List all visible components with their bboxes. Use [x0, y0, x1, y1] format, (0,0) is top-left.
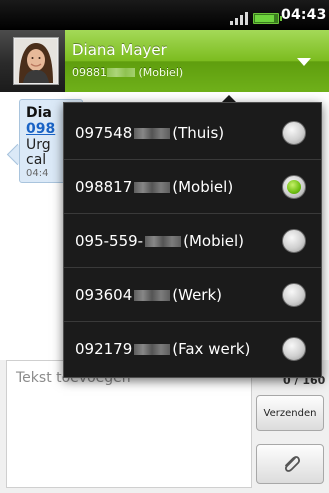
- contact-number: 09881 (Mobiel): [72, 66, 184, 79]
- number-option-label: 097548 (Thuis): [75, 124, 225, 142]
- redacted-digits: [145, 236, 182, 247]
- redacted-digits: [134, 344, 171, 355]
- message-input[interactable]: Tekst toevoegen: [6, 360, 252, 488]
- number-option-label: 098817 (Mobiel): [75, 178, 234, 196]
- number-option-label: 095-559- (Mobiel): [75, 232, 245, 250]
- battery-icon: [253, 13, 282, 24]
- contact-header: Diana Mayer 09881 (Mobiel): [0, 30, 329, 92]
- bubble-number-link[interactable]: 098: [26, 121, 55, 137]
- number-option[interactable]: 095-559- (Mobiel): [64, 214, 321, 268]
- status-bar: 04:43: [0, 0, 329, 30]
- bubble-text-line: Urg: [26, 137, 51, 153]
- bubble-text-line: cal: [26, 152, 47, 168]
- attach-button[interactable]: [256, 444, 324, 484]
- radio-button-selected[interactable]: [282, 175, 306, 199]
- recipient-selector[interactable]: Diana Mayer 09881 (Mobiel): [65, 30, 329, 92]
- number-option[interactable]: 093604 (Werk): [64, 268, 321, 322]
- avatar[interactable]: [13, 37, 59, 85]
- paperclip-icon: [285, 456, 300, 472]
- number-option[interactable]: 097548 (Thuis): [64, 106, 321, 160]
- radio-button[interactable]: [282, 121, 306, 145]
- dropdown-arrow-icon[interactable]: [297, 58, 311, 66]
- bubble-time: 04:4: [26, 168, 49, 179]
- contact-name: Diana Mayer: [72, 41, 167, 59]
- redacted-digits: [134, 128, 171, 139]
- number-option-label: 093604 (Werk): [75, 286, 223, 304]
- number-option[interactable]: 098817 (Mobiel): [64, 160, 321, 214]
- signal-icon: [230, 11, 252, 25]
- bubble-sender: Dia: [26, 105, 52, 121]
- redacted-digits: [134, 182, 171, 193]
- send-button[interactable]: Verzenden: [256, 395, 324, 431]
- status-time: 04:43: [281, 7, 327, 23]
- redacted-digits: [134, 290, 171, 301]
- radio-button[interactable]: [282, 337, 306, 361]
- number-option-label: 092179 (Fax werk): [75, 340, 251, 358]
- number-option[interactable]: 092179 (Fax werk): [64, 322, 321, 376]
- radio-button[interactable]: [282, 229, 306, 253]
- number-picker-popup: 097548 (Thuis) 098817 (Mobiel) 095-559- (Mo…: [63, 102, 322, 378]
- radio-button[interactable]: [282, 283, 306, 307]
- compose-area: Tekst toevoegen 0 / 160 Verzenden: [0, 360, 329, 493]
- redacted-digits: [107, 68, 135, 77]
